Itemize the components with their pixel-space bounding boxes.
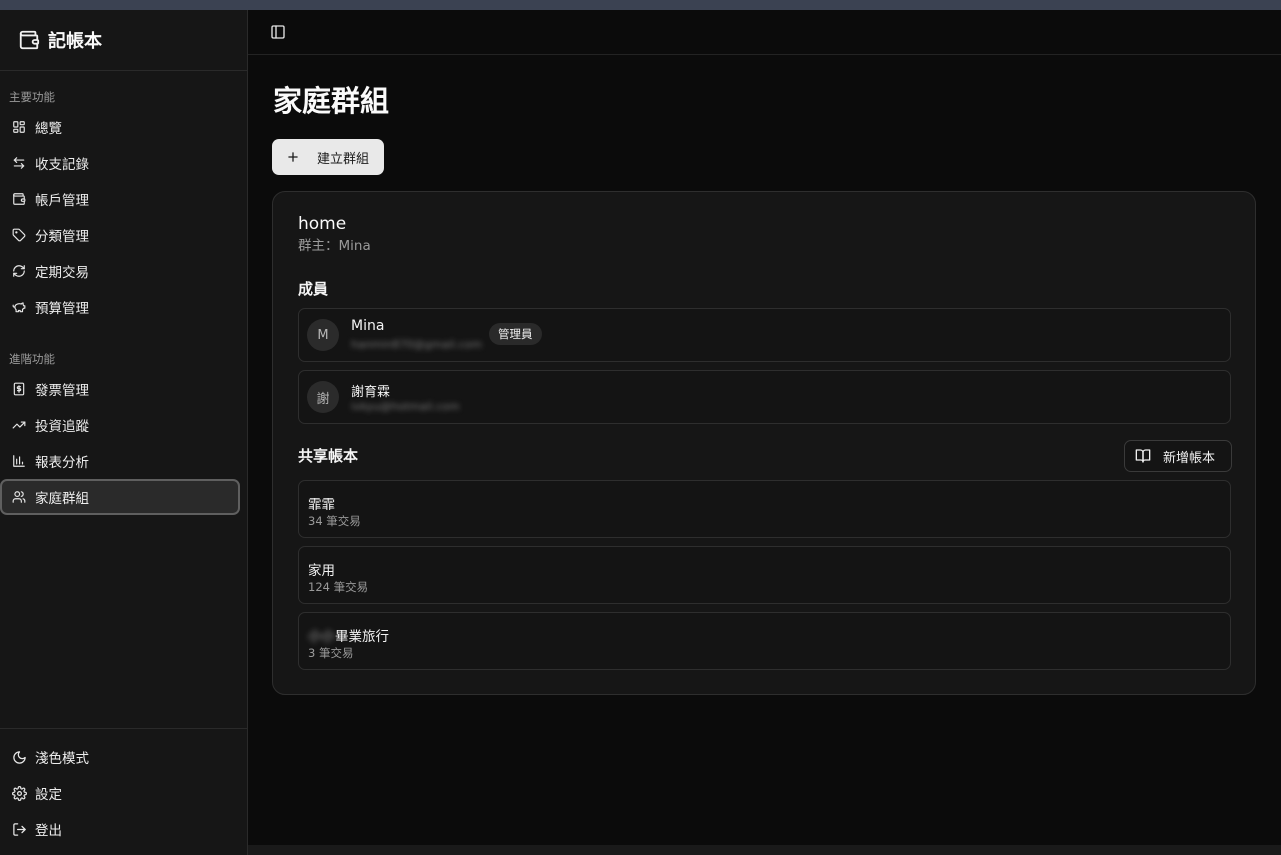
wallet-icon <box>11 191 27 207</box>
shared-book-item[interactable]: 霏霏 34 筆交易 <box>298 480 1231 538</box>
book-name: 家用 <box>308 559 335 579</box>
sidebar-item-logout[interactable]: 登出 <box>0 811 240 847</box>
group-name: home <box>298 214 347 234</box>
sidebar-item-categories[interactable]: 分類管理 <box>0 217 240 253</box>
sidebar-item-accounts[interactable]: 帳戶管理 <box>0 181 240 217</box>
logout-icon <box>11 821 27 837</box>
add-book-button[interactable]: 新增帳本 <box>1124 440 1232 472</box>
sidebar-item-label: 投資追蹤 <box>35 419 89 435</box>
role-badge: 管理員 <box>489 323 542 345</box>
sidebar-item-label: 發票管理 <box>35 383 89 399</box>
add-book-label: 新增帳本 <box>1163 450 1216 466</box>
book-transaction-count: 3 筆交易 <box>308 646 354 660</box>
shared-books-title: 共享帳本 <box>298 447 359 465</box>
moon-icon <box>11 749 27 765</box>
book-transaction-count: 34 筆交易 <box>308 514 361 528</box>
create-group-button[interactable]: 建立群組 <box>272 139 384 175</box>
sidebar-item-invoices[interactable]: 發票管理 <box>0 371 240 407</box>
sidebar-item-settings[interactable]: 設定 <box>0 775 240 811</box>
window-bottom-strip <box>248 845 1281 855</box>
book-transaction-count: 124 筆交易 <box>308 580 369 594</box>
members-title: 成員 <box>298 280 329 298</box>
sidebar-item-label: 總覽 <box>35 121 62 137</box>
refresh-icon <box>11 263 27 279</box>
book-name-text: 畢業旅行 <box>335 629 389 645</box>
app-shell: 記帳本 主要功能 總覽 收支記錄 帳戶管理 分類管理 定期交易 預算管理 進階功… <box>0 10 1281 855</box>
group-card: home 群主：Mina 成員 M Mina hanmin870@gmail.c… <box>272 191 1256 695</box>
receipt-icon <box>11 381 27 397</box>
member-email: hanmin870@gmail.com <box>351 338 482 351</box>
shared-book-item[interactable]: 小小畢業旅行 3 筆交易 <box>298 612 1231 670</box>
book-name-blurred-prefix: 小小 <box>308 629 335 645</box>
gear-icon <box>11 785 27 801</box>
tag-icon <box>11 227 27 243</box>
sidebar-item-label: 定期交易 <box>35 265 89 281</box>
sidebar: 記帳本 主要功能 總覽 收支記錄 帳戶管理 分類管理 定期交易 預算管理 進階功… <box>0 10 248 855</box>
member-name: 謝育霖 <box>351 385 391 400</box>
avatar: M <box>307 319 339 351</box>
trending-up-icon <box>11 417 27 433</box>
wallet-logo-icon <box>18 29 40 51</box>
bar-chart-icon <box>11 453 27 469</box>
users-icon <box>11 489 27 505</box>
sidebar-item-light-mode[interactable]: 淺色模式 <box>0 739 240 775</box>
book-name: 小小畢業旅行 <box>308 625 389 645</box>
arrows-left-right-icon <box>11 155 27 171</box>
member-row: M Mina hanmin870@gmail.com 管理員 <box>298 308 1231 362</box>
sidebar-item-label: 設定 <box>35 787 62 803</box>
page-title: 家庭群組 <box>273 84 390 118</box>
book-name-text: 家用 <box>308 563 335 579</box>
sidebar-item-label: 收支記錄 <box>35 157 89 173</box>
sidebar-bottom: 淺色模式 設定 登出 <box>0 728 247 855</box>
sidebar-item-label: 家庭群組 <box>35 491 89 507</box>
group-owner: 群主：Mina <box>298 238 371 254</box>
main-section-label: 主要功能 <box>9 90 55 104</box>
member-name: Mina <box>351 318 385 334</box>
book-name-text: 霏霏 <box>308 497 335 513</box>
book-name: 霏霏 <box>308 493 335 513</box>
app-title: 記帳本 <box>48 31 102 52</box>
sidebar-toggle-icon[interactable] <box>270 24 286 40</box>
sidebar-item-transactions[interactable]: 收支記錄 <box>0 145 240 181</box>
advanced-section-label: 進階功能 <box>9 352 55 366</box>
window-top-strip <box>0 0 1281 10</box>
top-header <box>248 10 1281 55</box>
sidebar-item-label: 預算管理 <box>35 301 89 317</box>
sidebar-item-budgets[interactable]: 預算管理 <box>0 289 240 325</box>
plus-icon <box>286 150 300 164</box>
sidebar-item-reports[interactable]: 報表分析 <box>0 443 240 479</box>
main-content: 家庭群組 建立群組 home 群主：Mina 成員 M Mina hanmin8… <box>248 10 1281 855</box>
member-row: 謝 謝育霖 ivkyu@hotmail.com <box>298 370 1231 424</box>
sidebar-item-recurring[interactable]: 定期交易 <box>0 253 240 289</box>
member-email: ivkyu@hotmail.com <box>351 400 460 413</box>
piggy-bank-icon <box>11 299 27 315</box>
shared-book-item[interactable]: 家用 124 筆交易 <box>298 546 1231 604</box>
sidebar-item-label: 分類管理 <box>35 229 89 245</box>
sidebar-item-label: 淺色模式 <box>35 751 89 767</box>
avatar: 謝 <box>307 381 339 413</box>
sidebar-item-label: 帳戶管理 <box>35 193 89 209</box>
sidebar-item-family-groups[interactable]: 家庭群組 <box>0 479 240 515</box>
app-brand[interactable]: 記帳本 <box>0 10 247 71</box>
book-open-icon <box>1135 448 1151 464</box>
sidebar-item-investments[interactable]: 投資追蹤 <box>0 407 240 443</box>
sidebar-item-label: 登出 <box>35 823 62 839</box>
dashboard-icon <box>11 119 27 135</box>
sidebar-item-label: 報表分析 <box>35 455 89 471</box>
create-group-label: 建立群組 <box>317 151 370 167</box>
sidebar-item-overview[interactable]: 總覽 <box>0 109 240 145</box>
